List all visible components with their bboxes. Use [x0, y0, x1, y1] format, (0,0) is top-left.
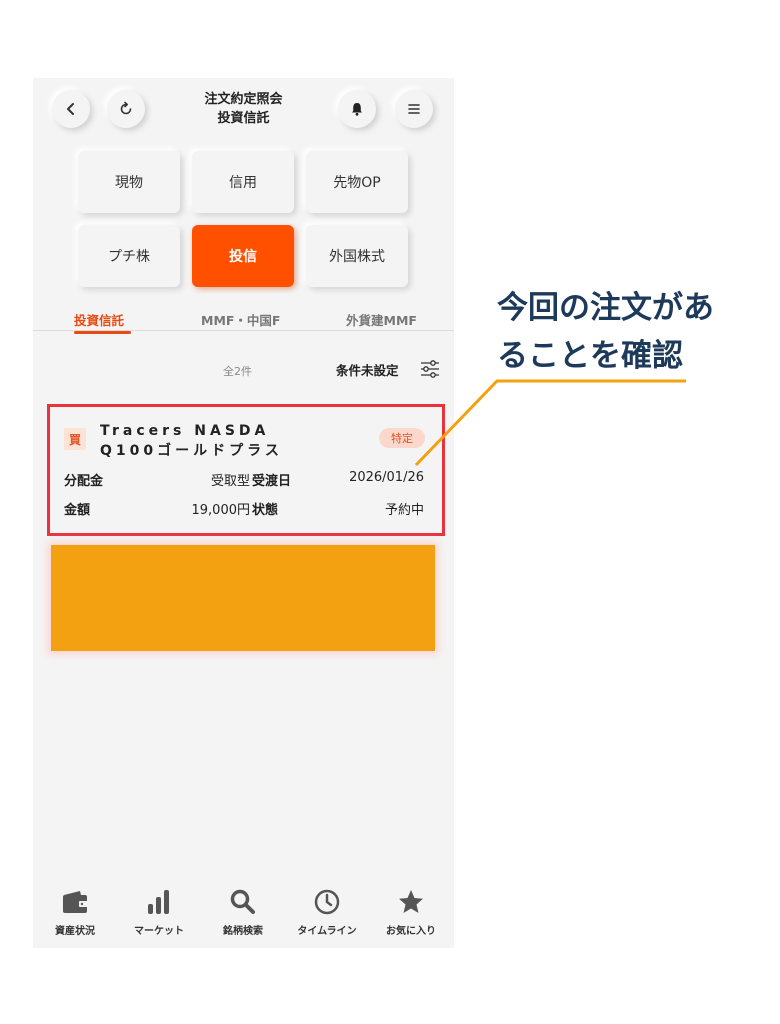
category-shinyo-button[interactable]: 信用 — [192, 151, 294, 213]
notification-button[interactable] — [338, 90, 376, 128]
nav-label-favorites: お気に入り — [386, 926, 436, 937]
header: 注文約定照会 投資信託 — [33, 78, 454, 138]
menu-button[interactable] — [395, 90, 433, 128]
filter-label[interactable]: 条件未設定 — [336, 360, 399, 379]
category-foreign-stock-button[interactable]: 外国株式 — [306, 225, 408, 287]
nav-label-assets: 資産状況 — [55, 926, 95, 937]
clock-icon — [285, 886, 369, 918]
callout-line1: 今回の注文があ — [497, 290, 714, 326]
star-icon — [369, 886, 453, 918]
refresh-button[interactable] — [107, 90, 145, 128]
nav-item-favorites[interactable]: お気に入り — [369, 876, 453, 948]
category-toshin-button[interactable]: 投信 — [192, 225, 294, 287]
category-genbutsu-button[interactable]: 現物 — [78, 151, 180, 213]
tab-investment-trust[interactable]: 投資信託 — [74, 310, 124, 329]
tab-foreign-mmf[interactable]: 外貨建MMF — [346, 310, 417, 329]
bottom-nav: 資産状況 マーケット 銘柄検索 タイムライン お気に入り — [33, 876, 454, 948]
redaction-block — [51, 545, 435, 651]
nav-label-market: マーケット — [134, 926, 184, 937]
menu-icon — [408, 104, 420, 114]
category-puchikabu-button[interactable]: プチ株 — [78, 225, 180, 287]
bar-chart-icon — [117, 886, 201, 918]
search-icon — [201, 886, 285, 918]
category-futures-op-button[interactable]: 先物OP — [306, 151, 408, 213]
page-title: 注文約定照会 投資信託 — [173, 90, 314, 128]
back-button[interactable] — [52, 90, 90, 128]
nav-item-timeline[interactable]: タイムライン — [285, 876, 369, 948]
nav-label-search: 銘柄検索 — [223, 926, 263, 937]
nav-item-assets[interactable]: 資産状況 — [33, 876, 117, 948]
tab-divider — [33, 330, 454, 331]
filter-sliders-icon[interactable] — [419, 359, 441, 383]
back-icon — [67, 103, 74, 115]
sub-tabs: 投資信託 MMF・中国F 外貨建MMF — [33, 306, 454, 336]
tab-mmf-china[interactable]: MMF・中国F — [201, 310, 280, 329]
refresh-icon — [120, 101, 132, 115]
nav-label-timeline: タイムライン — [297, 926, 357, 937]
nav-item-market[interactable]: マーケット — [117, 876, 201, 948]
nav-item-search[interactable]: 銘柄検索 — [201, 876, 285, 948]
callout-text: 今回の注文があ ることを確認 — [497, 284, 759, 380]
result-count: 全2件 — [223, 365, 252, 378]
bell-icon — [352, 103, 362, 116]
wallet-icon — [33, 886, 117, 918]
highlight-box — [47, 404, 445, 536]
callout-line2: ることを確認 — [497, 338, 683, 374]
tab-active-indicator — [74, 331, 131, 334]
page-title-line1: 注文約定照会 — [204, 92, 283, 107]
page-title-line2: 投資信託 — [217, 111, 270, 126]
